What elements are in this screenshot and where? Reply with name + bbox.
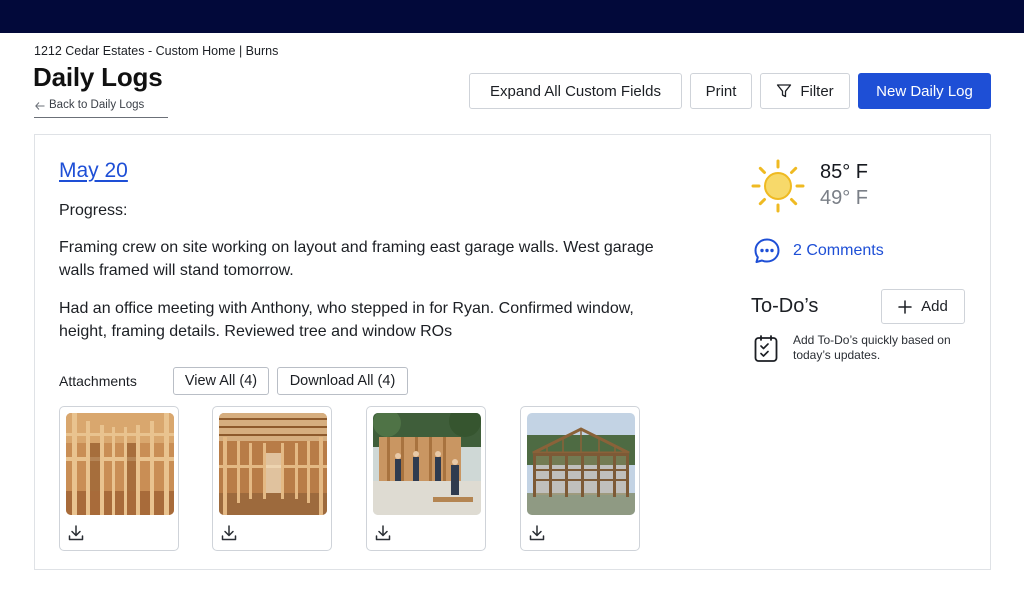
new-daily-log-button[interactable]: New Daily Log — [858, 73, 991, 109]
todo-hint-text: Add To-Do’s quickly based on today’s upd… — [793, 333, 951, 362]
comments-link[interactable]: 2 Comments — [753, 237, 884, 265]
top-nav-bar — [0, 0, 1024, 33]
progress-note: Framing crew on site working on layout a… — [59, 239, 654, 279]
plus-icon — [898, 299, 912, 314]
arrow-left-icon — [35, 102, 45, 110]
print-label: Print — [705, 82, 737, 100]
back-link-label: Back to Daily Logs — [49, 99, 145, 111]
log-date-link[interactable]: May 20 — [59, 159, 128, 183]
attachment-thumbnail[interactable] — [520, 406, 640, 551]
temperature-high: 85° F — [820, 161, 869, 183]
attachment-photo — [219, 413, 327, 515]
download-icon[interactable] — [67, 524, 85, 542]
download-icon[interactable] — [220, 524, 238, 542]
attachment-thumbnail[interactable] — [59, 406, 179, 551]
clipboard-check-icon — [754, 335, 778, 362]
attachments-label: Attachments — [59, 373, 137, 389]
temperature-low: 49° F — [820, 187, 869, 209]
download-icon[interactable] — [528, 524, 546, 542]
add-todo-button[interactable]: Add — [881, 289, 965, 324]
daily-log-card: May 20 Progress: Framing crew on site wo… — [34, 134, 991, 570]
filter-icon — [777, 84, 792, 98]
download-all-attachments-button[interactable]: Download All (4) — [277, 367, 408, 395]
attachment-photo — [527, 413, 635, 515]
breadcrumb: 1212 Cedar Estates - Custom Home | Burns — [34, 44, 279, 58]
add-todo-label: Add — [921, 298, 948, 315]
attachment-photo — [373, 413, 481, 515]
progress-label: Progress: — [59, 202, 128, 219]
expand-custom-fields-label: Expand All Custom Fields — [490, 82, 661, 100]
print-button[interactable]: Print — [690, 73, 752, 109]
filter-button[interactable]: Filter — [760, 73, 850, 109]
expand-custom-fields-button[interactable]: Expand All Custom Fields — [469, 73, 682, 109]
comment-bubble-icon — [754, 238, 780, 263]
todos-title: To-Do’s — [751, 295, 819, 317]
view-all-attachments-button[interactable]: View All (4) — [173, 367, 269, 395]
attachment-thumbnail[interactable] — [212, 406, 332, 551]
todo-hint: Add To-Do’s quickly based on today’s upd… — [753, 333, 961, 363]
page-title: Daily Logs — [33, 62, 163, 92]
comments-label: 2 Comments — [793, 242, 884, 259]
attachment-photo — [66, 413, 174, 515]
sun-icon — [751, 159, 805, 213]
new-daily-log-label: New Daily Log — [876, 82, 973, 100]
filter-label: Filter — [800, 82, 834, 100]
progress-note: Had an office meeting with Anthony, who … — [59, 300, 634, 340]
back-link[interactable]: Back to Daily Logs — [34, 99, 168, 118]
download-icon[interactable] — [374, 524, 392, 542]
attachment-thumbnail[interactable] — [366, 406, 486, 551]
